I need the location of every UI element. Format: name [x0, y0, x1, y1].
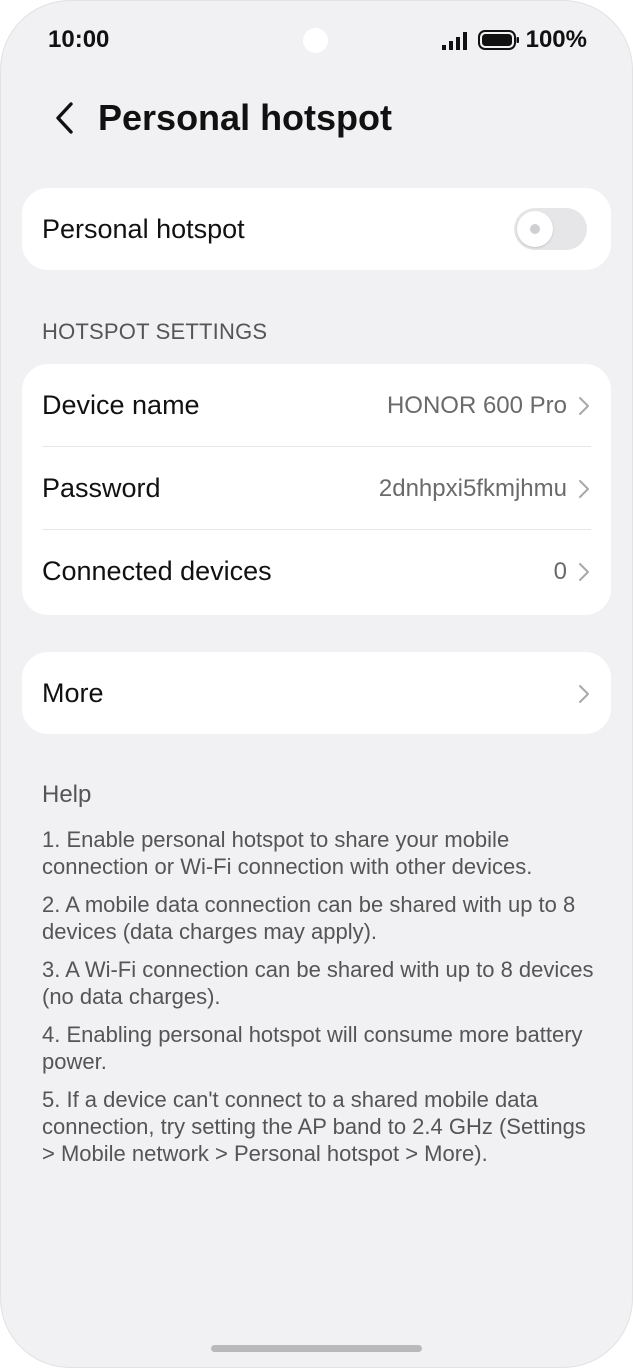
more-label: More [42, 678, 104, 708]
device-name-value: HONOR 600 Pro [386, 391, 567, 419]
signal-icon [441, 32, 467, 50]
password-value: 2dnhpxi5fkmjhmu [378, 474, 567, 502]
more-card: More [22, 652, 611, 734]
switch-knob [517, 211, 553, 247]
chevron-left-icon [56, 102, 73, 134]
help-item: 5. If a device can't connect to a shared… [42, 1087, 586, 1166]
status-time: 10:00 [48, 26, 110, 53]
device-name-label: Device name [42, 390, 200, 420]
chevron-right-icon [579, 396, 589, 415]
password-row[interactable]: Password 2dnhpxi5fkmjhmu [22, 447, 611, 530]
phone-screen: 10:00 100% Personal hotspot Personal hot… [0, 0, 633, 1368]
help-item: 1. Enable personal hotspot to share your… [42, 827, 533, 879]
help-list: 1. Enable personal hotspot to share your… [42, 826, 598, 1178]
password-label: Password [42, 473, 161, 503]
hotspot-toggle-label: Personal hotspot [42, 214, 245, 244]
battery-icon [477, 30, 519, 50]
section-header-hotspot-settings: HOTSPOT SETTINGS [42, 319, 268, 344]
chevron-right-icon [579, 479, 589, 498]
chevron-right-icon [579, 562, 589, 581]
help-item: 3. A Wi-Fi connection can be shared with… [42, 957, 594, 1009]
help-title: Help [42, 781, 92, 808]
battery-percentage: 100% [525, 26, 587, 53]
switch-off-indicator [530, 224, 540, 234]
status-icons: 100% [440, 26, 587, 54]
back-button[interactable] [44, 96, 84, 140]
help-item: 4. Enabling personal hotspot will consum… [42, 1022, 583, 1074]
hotspot-switch[interactable] [514, 208, 587, 250]
page-title: Personal hotspot [98, 97, 393, 138]
connected-devices-row[interactable]: Connected devices 0 [22, 530, 611, 613]
device-name-row[interactable]: Device name HONOR 600 Pro [22, 364, 611, 447]
front-camera [303, 28, 328, 53]
home-indicator[interactable] [211, 1345, 422, 1352]
chevron-right-icon [579, 684, 589, 703]
connected-devices-label: Connected devices [42, 556, 272, 586]
connected-devices-value: 0 [553, 557, 567, 585]
help-item: 2. A mobile data connection can be share… [42, 892, 576, 944]
more-row[interactable]: More [22, 652, 611, 735]
hotspot-settings-card: Device name HONOR 600 Pro Password 2dnhp… [22, 364, 611, 615]
hotspot-toggle-card: Personal hotspot [22, 188, 611, 270]
